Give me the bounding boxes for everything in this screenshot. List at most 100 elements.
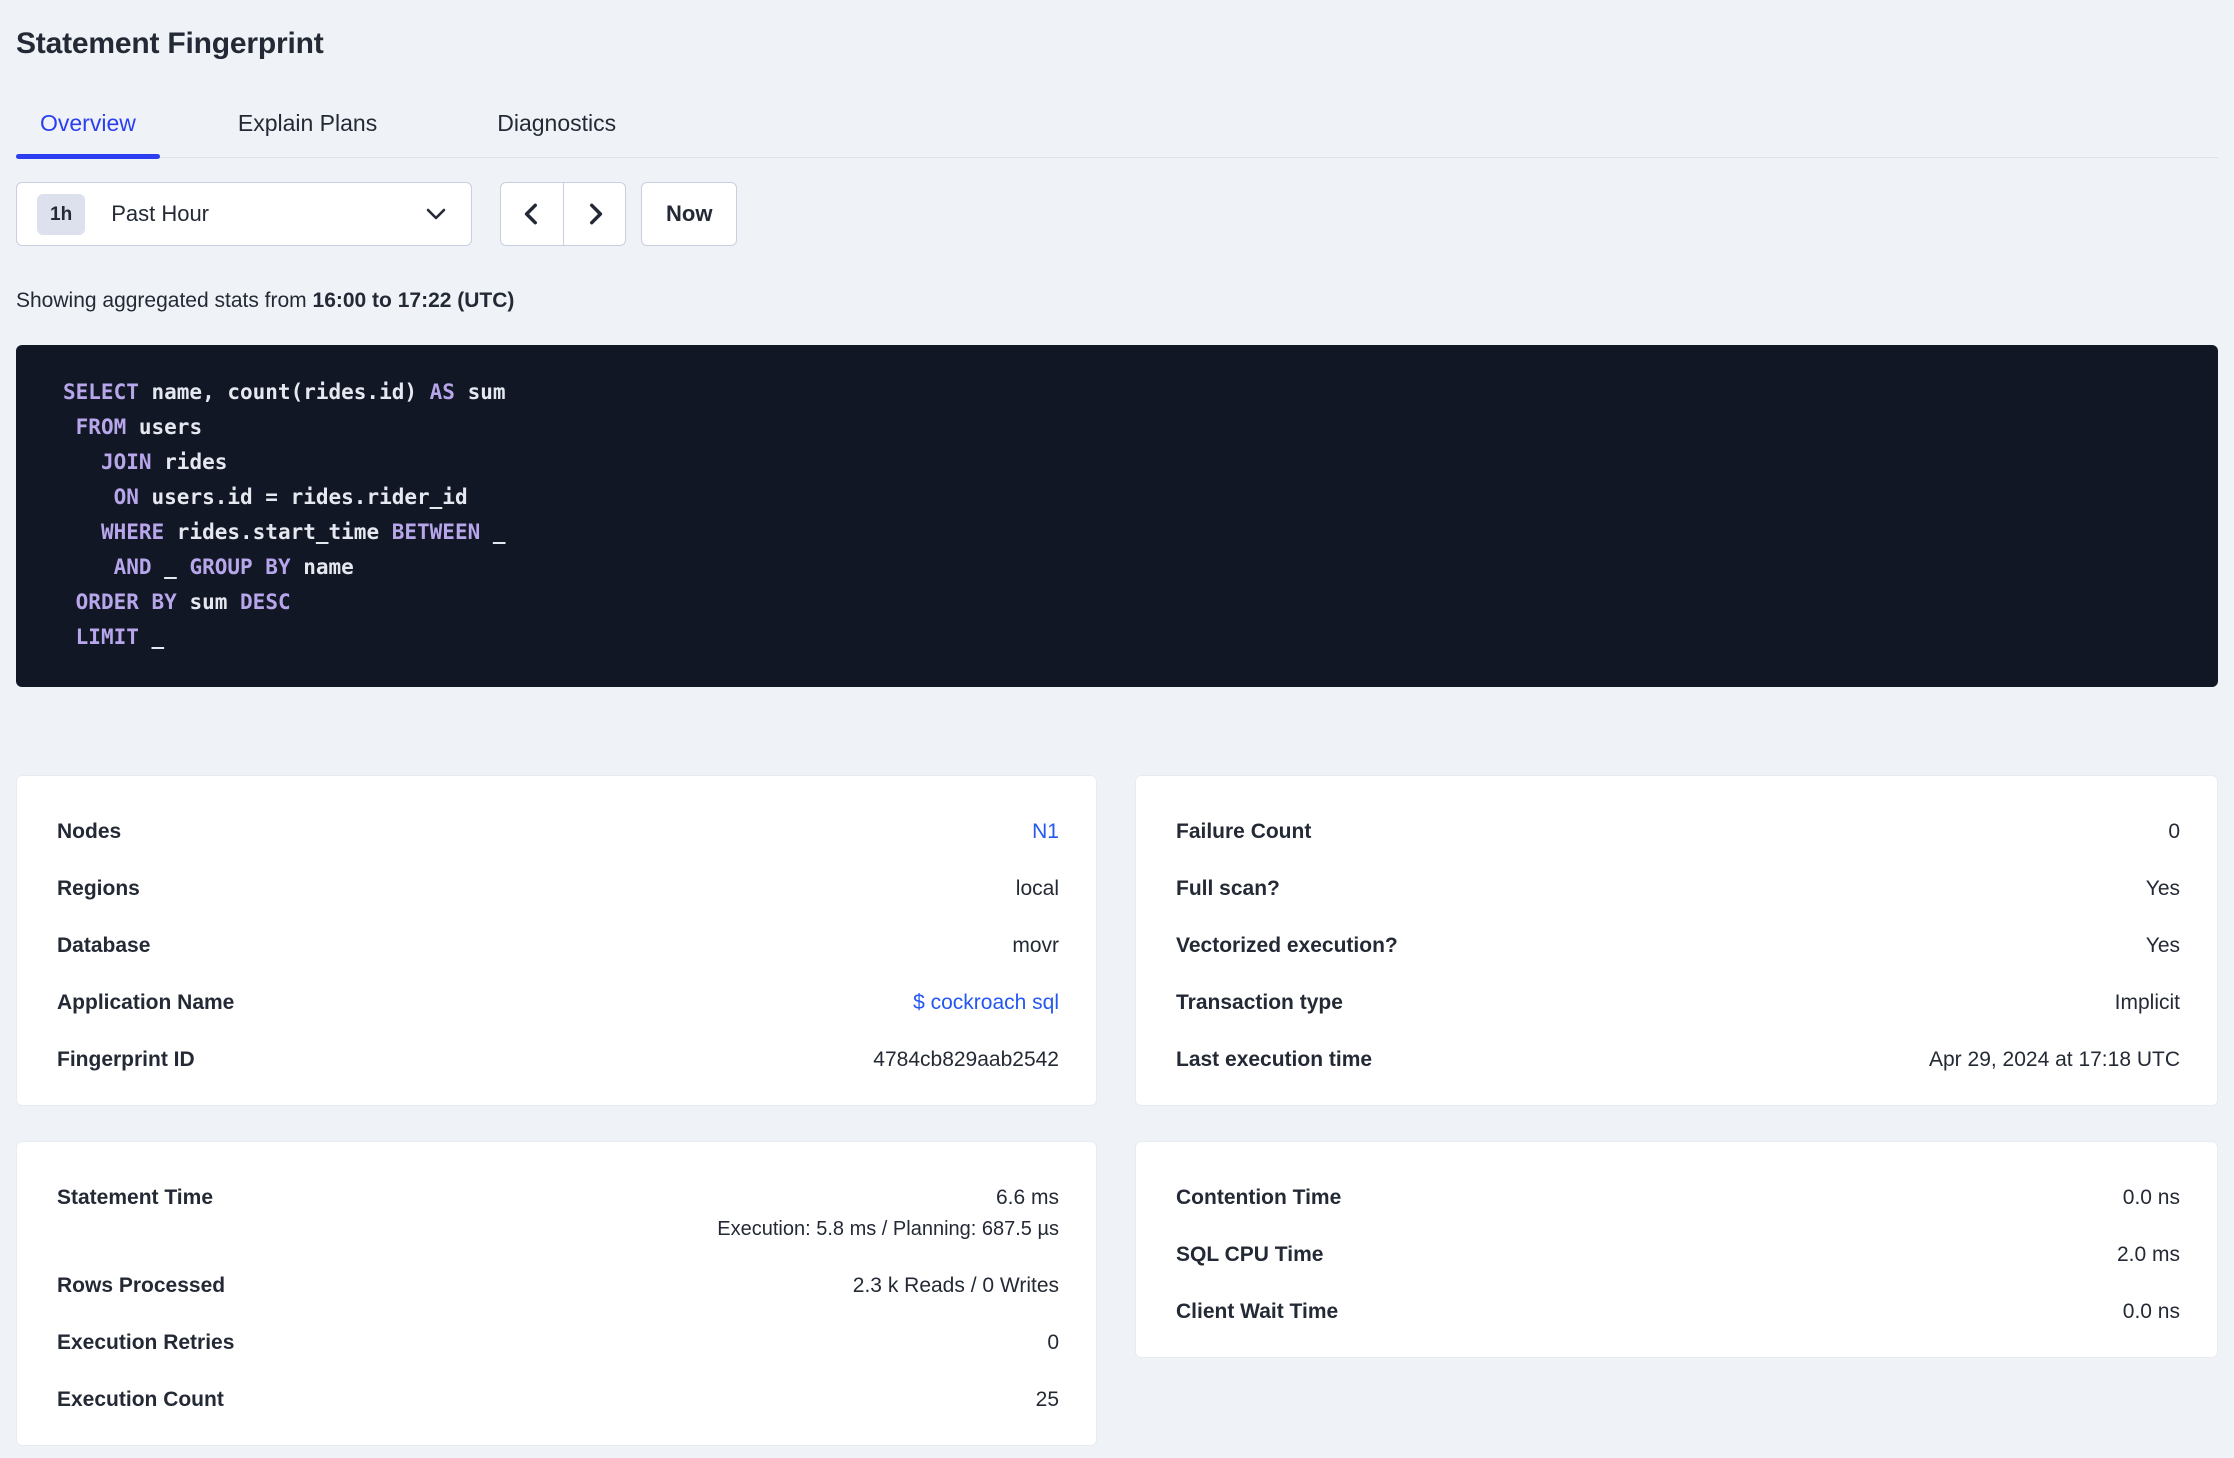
info-value-wrap: 2.0 ms <box>2117 1242 2180 1267</box>
sql-keyword: JOIN <box>100 450 152 474</box>
sql-identifier: _ <box>480 520 506 544</box>
info-value: 2.3 k Reads / 0 Writes <box>852 1274 1059 1297</box>
info-row: Fingerprint ID 4784cb829aab2542 <box>57 1031 1059 1088</box>
info-value-wrap: 6.6 ms Execution: 5.8 ms / Planning: 687.… <box>717 1185 1059 1241</box>
sql-line: LIMIT _ <box>63 620 2188 655</box>
sql-identifier: name <box>290 555 354 579</box>
info-value-wrap: $ cockroach sql <box>913 990 1059 1015</box>
sql-keyword: LIMIT <box>75 625 139 649</box>
sql-identifier: rides.start_time <box>164 520 392 544</box>
tab-explain-plans[interactable]: Explain Plans <box>196 98 419 157</box>
execution-attributes-rows: Failure Count 0 Full scan? Yes Vectorized ex… <box>1176 803 2180 1088</box>
info-value-link[interactable]: N1 <box>1032 819 1059 844</box>
chevron-right-icon <box>589 203 602 225</box>
info-value-link[interactable]: $ cockroach sql <box>913 990 1059 1015</box>
tab-overview[interactable]: Overview <box>16 98 160 159</box>
info-label: Contention Time <box>1176 1186 1342 1209</box>
time-prev-button[interactable] <box>501 183 563 245</box>
info-row: Contention Time 0.0 ns <box>1176 1169 2180 1226</box>
info-row: Failure Count 0 <box>1176 803 2180 860</box>
sql-keyword: FROM <box>75 415 127 439</box>
info-value-wrap: Implicit <box>2115 990 2180 1015</box>
info-subvalue: Execution: 5.8 ms / Planning: 687.5 µs <box>717 1218 1059 1240</box>
top-cards-row: Nodes N1 Regions local Database movr Applicati… <box>16 775 2218 1106</box>
time-controls: 1h Past Hour Now <box>16 182 2218 246</box>
info-row: Execution Count 25 <box>57 1371 1059 1428</box>
info-row: Last execution time Apr 29, 2024 at 17:18… <box>1176 1031 2180 1088</box>
sql-identifier <box>63 625 76 649</box>
info-label: Regions <box>57 877 140 900</box>
bottom-cards-row: Statement Time 6.6 ms Execution: 5.8 ms / … <box>16 1141 2218 1446</box>
sql-line: JOIN rides <box>63 445 2188 480</box>
sql-keyword: ORDER BY <box>75 590 177 614</box>
info-value: Yes <box>2145 877 2180 900</box>
statement-fingerprint-page: Statement Fingerprint Overview Explain P… <box>0 0 2234 1446</box>
info-value-wrap: 4784cb829aab2542 <box>873 1047 1059 1072</box>
info-row: Rows Processed 2.3 k Reads / 0 Writes <box>57 1257 1059 1314</box>
info-label: Vectorized execution? <box>1176 934 1398 957</box>
info-value: 2.0 ms <box>2116 1243 2180 1266</box>
sql-identifier: _ <box>151 555 190 579</box>
info-label: Rows Processed <box>57 1274 226 1297</box>
info-value: Apr 29, 2024 at 17:18 UTC <box>1929 1048 2180 1071</box>
info-value-wrap: N1 <box>1032 819 1059 844</box>
sql-keyword: BETWEEN <box>391 520 481 544</box>
time-range-badge: 1h <box>37 193 86 235</box>
caption-time-range: 16:00 to 17:22 (UTC) <box>312 289 515 312</box>
sql-identifier: rides <box>151 450 228 474</box>
info-row: Full scan? Yes <box>1176 860 2180 917</box>
sql-keyword: AND <box>113 555 152 579</box>
tab-bar: Overview Explain Plans Diagnostics <box>16 98 2218 159</box>
sql-line: ORDER BY sum DESC <box>63 585 2188 620</box>
time-breakdown-rows: Contention Time 0.0 ns SQL CPU Time 2.0 ms C… <box>1176 1169 2180 1340</box>
execution-stats-rows: Statement Time 6.6 ms Execution: 5.8 ms / … <box>57 1169 1059 1428</box>
sql-identifier: sum <box>454 380 506 404</box>
sql-line: SELECT name, count(rides.id) AS sum <box>63 375 2188 410</box>
info-row: Transaction type Implicit <box>1176 974 2180 1031</box>
info-row: Nodes N1 <box>57 803 1059 860</box>
sql-identifier <box>63 520 101 544</box>
sql-identifier: name, count(rides.id) <box>138 380 430 404</box>
sql-identifier <box>63 590 76 614</box>
time-breakdown-card: Contention Time 0.0 ns SQL CPU Time 2.0 ms C… <box>1135 1141 2218 1358</box>
page-title: Statement Fingerprint <box>16 27 324 60</box>
info-value-wrap: local <box>1016 876 1059 901</box>
info-value-wrap: movr <box>1012 933 1059 958</box>
info-label: Application Name <box>57 991 235 1014</box>
info-value: 25 <box>1035 1388 1059 1411</box>
info-label: Failure Count <box>1176 820 1312 843</box>
info-value: 0 <box>1047 1331 1059 1354</box>
sql-identifier: users.id = rides.rider_id <box>138 485 468 509</box>
tab-diagnostics[interactable]: Diagnostics <box>455 98 658 157</box>
info-value: 0.0 ns <box>2122 1300 2180 1323</box>
time-range-select[interactable]: 1h Past Hour <box>16 182 472 246</box>
sql-identifier <box>63 450 101 474</box>
sql-identifier <box>63 415 76 439</box>
info-value-wrap: 0.0 ns <box>2123 1299 2180 1324</box>
info-value: Yes <box>2145 934 2180 957</box>
info-value-wrap: Apr 29, 2024 at 17:18 UTC <box>1929 1047 2180 1072</box>
chevron-left-icon <box>524 203 537 225</box>
sql-identifier: sum <box>176 590 241 614</box>
info-row: Regions local <box>57 860 1059 917</box>
sql-statement-box: SELECT name, count(rides.id) AS sum FROM… <box>16 345 2218 687</box>
sql-line: AND _ GROUP BY name <box>63 550 2188 585</box>
info-value-wrap: 25 <box>1036 1387 1059 1412</box>
sql-keyword: ON <box>113 485 139 509</box>
now-button[interactable]: Now <box>641 182 738 246</box>
time-next-button[interactable] <box>563 183 625 245</box>
time-nav-button-group <box>500 182 626 246</box>
info-value: 4784cb829aab2542 <box>873 1048 1059 1071</box>
sql-line: ON users.id = rides.rider_id <box>63 480 2188 515</box>
info-label: Nodes <box>57 820 122 843</box>
info-label: Full scan? <box>1176 877 1280 900</box>
sql-line: WHERE rides.start_time BETWEEN _ <box>63 515 2188 550</box>
chevron-down-icon <box>426 208 446 220</box>
info-value-wrap: 2.3 k Reads / 0 Writes <box>853 1273 1059 1298</box>
info-value: 0.0 ns <box>2122 1186 2180 1209</box>
time-range-label: Past Hour <box>111 201 210 226</box>
info-value: 0 <box>2168 820 2180 843</box>
info-label: Database <box>57 934 151 957</box>
sql-identifier <box>63 555 114 579</box>
info-value-wrap: Yes <box>2146 876 2180 901</box>
